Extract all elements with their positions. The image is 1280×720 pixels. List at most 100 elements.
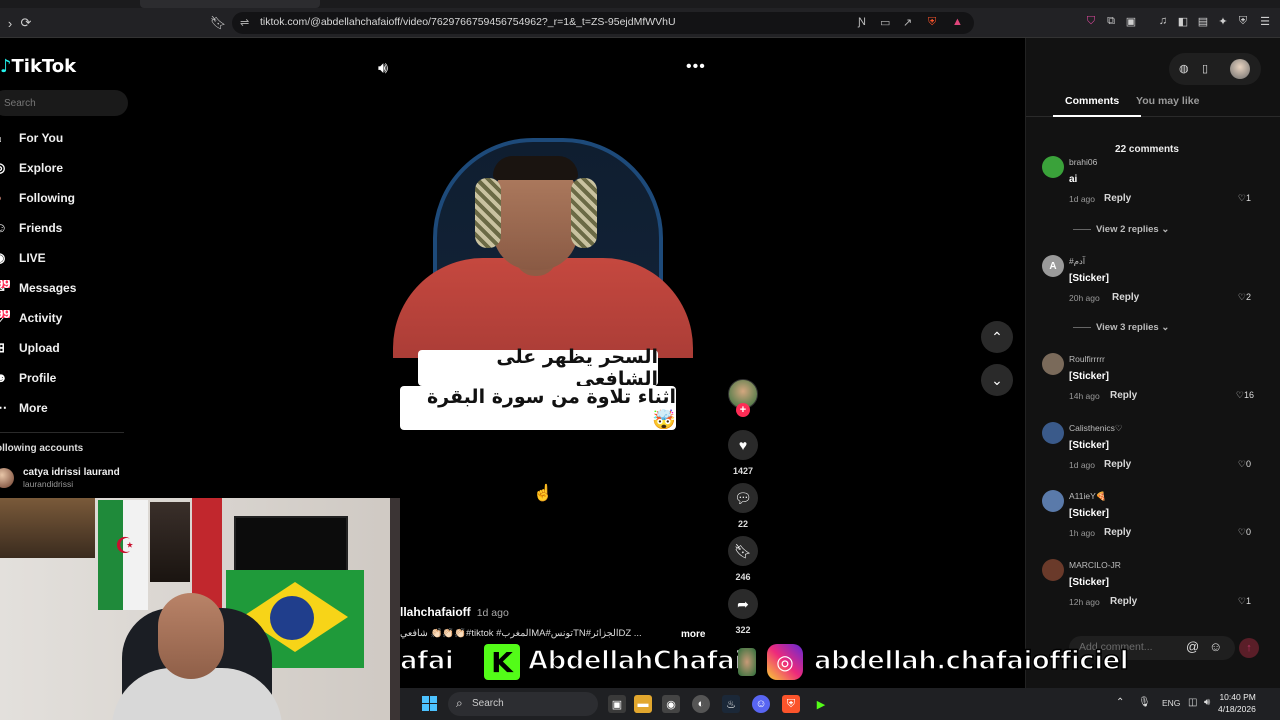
avatar[interactable] (1042, 422, 1064, 444)
file-explorer-icon[interactable]: ▬ (634, 695, 652, 713)
url-text[interactable]: tiktok.com/@abdellahchafaioff/video/7629… (260, 16, 676, 28)
search-box[interactable] (0, 90, 128, 116)
avatar[interactable] (1042, 559, 1064, 581)
avatar[interactable]: A (1042, 255, 1064, 277)
address-bar[interactable]: ⇌ tiktok.com/@abdellahchafaioff/video/76… (232, 12, 974, 34)
brave-rewards-icon[interactable]: ▲ (952, 16, 963, 28)
like-icon[interactable]: ♥ (728, 430, 758, 460)
reply-button[interactable]: Reply (1110, 390, 1137, 401)
nav-friends[interactable]: ☺ Friends (0, 217, 62, 239)
avatar[interactable] (1042, 490, 1064, 512)
taskbar-clock[interactable]: 10:40 PM 4/18/2026 (1218, 691, 1256, 715)
author-name[interactable]: llahchafaioff (400, 605, 471, 619)
nav-explore[interactable]: ◎ Explore (0, 157, 63, 179)
user-avatar[interactable] (1230, 59, 1250, 79)
extension-box-icon[interactable]: ▣ (1124, 14, 1138, 28)
discord-icon[interactable]: ☺ (752, 695, 770, 713)
brave-shield-icon[interactable]: ⛨ (928, 16, 936, 29)
language-indicator[interactable]: ENG (1162, 698, 1180, 708)
steam-icon[interactable]: ♨ (722, 695, 740, 713)
reply-button[interactable]: Reply (1104, 193, 1131, 204)
kick-studio-icon[interactable]: ▶ (812, 695, 830, 713)
microphone-icon[interactable]: 🎙︎ (1138, 697, 1151, 708)
view-replies-button[interactable]: View 2 replies ⌄ (1073, 224, 1169, 235)
reply-button[interactable]: Reply (1104, 527, 1131, 538)
nav-upload[interactable]: ⊞ Upload (0, 337, 60, 359)
device-icon[interactable]: ▯ (1202, 62, 1208, 75)
following-account-item[interactable]: catya idrissi laurand laurandidrissi (0, 466, 130, 492)
brave-browser-icon[interactable]: ⛨ (782, 695, 800, 713)
tab-you-may-like[interactable]: You may like (1136, 95, 1199, 107)
tab-comments[interactable]: Comments (1065, 95, 1119, 107)
comment-user[interactable]: MARCILO-JR (1069, 560, 1121, 570)
site-settings-icon[interactable]: ⇌ (240, 16, 249, 29)
windows-start-icon[interactable] (422, 696, 438, 712)
taskbar-search[interactable]: ⌕ Search (448, 692, 598, 716)
volume-icon[interactable]: 🔊︎ (378, 60, 388, 78)
video-author-row[interactable]: llahchafaioff 1d ago (400, 605, 509, 619)
share-icon[interactable]: ↗ (903, 16, 912, 29)
view-replies-button[interactable]: View 3 replies ⌄ (1073, 322, 1169, 333)
kick-logo-icon: K (484, 644, 520, 680)
search-input[interactable] (4, 95, 114, 111)
tray-chevron-icon[interactable]: ⌃ (1116, 697, 1124, 708)
extensions-icon[interactable]: ⧉ (1104, 14, 1118, 28)
bookmark-save-icon[interactable]: 🔖︎ (728, 536, 758, 566)
nav-messages[interactable]: ✉99+ Messages (0, 277, 76, 299)
speaker-icon[interactable]: 🔊︎ (1204, 697, 1210, 708)
description-more-link[interactable]: more (681, 629, 705, 640)
live-icon: ◉ (0, 250, 10, 266)
nav-more[interactable]: ⋯ More (0, 397, 48, 419)
share-arrow-icon[interactable]: ➦ (728, 589, 758, 619)
comment-like[interactable]: ♡1 (1238, 596, 1251, 607)
video-player[interactable] (363, 118, 715, 358)
reload-icon[interactable]: ⟳ (16, 13, 36, 33)
camera-icon[interactable]: ◉ (662, 695, 680, 713)
browser-tab[interactable] (140, 0, 320, 8)
bookmark-icon[interactable]: 🔖︎ (208, 13, 228, 33)
emoji-icon[interactable]: ☺ (1209, 639, 1222, 654)
nav-for-you[interactable]: ⌂ For You (0, 127, 63, 149)
coin-icon[interactable]: ◍ (1179, 62, 1189, 75)
wallet-icon[interactable]: ▤ (1196, 14, 1210, 28)
cast-icon[interactable]: ▭ (880, 16, 890, 29)
nav-following[interactable]: ● Following (0, 187, 75, 209)
follow-plus-icon[interactable]: + (736, 403, 750, 417)
comment-user[interactable]: brahi06 (1069, 157, 1097, 167)
reply-button[interactable]: Reply (1112, 292, 1139, 303)
comment-like[interactable]: ♡0 (1238, 459, 1251, 470)
media-icon[interactable]: ♫ (1156, 14, 1170, 28)
nav-live[interactable]: ◉ LIVE (0, 247, 46, 269)
next-video-icon[interactable]: ⌄ (981, 364, 1013, 396)
menu-icon[interactable]: ☰ (1258, 14, 1272, 28)
avatar[interactable] (1042, 353, 1064, 375)
avatar[interactable] (1042, 156, 1064, 178)
tiktok-logo[interactable]: ♪TikTok (0, 56, 76, 77)
more-options-icon[interactable]: ••• (686, 58, 706, 76)
previous-video-icon[interactable]: ⌃ (981, 321, 1013, 353)
comment-icon[interactable]: 💬︎ (728, 483, 758, 513)
reply-button[interactable]: Reply (1104, 459, 1131, 470)
comment-user[interactable]: Calisthenics♡ (1069, 423, 1122, 434)
comment-user[interactable]: A11ieY🍕 (1069, 491, 1106, 502)
sidebar-icon[interactable]: ◧ (1176, 14, 1190, 28)
nav-profile[interactable]: ☻ Profile (0, 367, 56, 389)
reader-off-icon[interactable]: Ɲ (858, 16, 866, 28)
reply-button[interactable]: Reply (1110, 596, 1137, 607)
nav-label: Profile (19, 371, 57, 385)
comment-user[interactable]: Roulfirrrrr (1069, 354, 1105, 364)
obs-icon[interactable]: ◐ (692, 695, 710, 713)
comment-user[interactable]: #آدم (1069, 256, 1085, 267)
mention-icon[interactable]: @ (1186, 639, 1199, 654)
nav-activity[interactable]: ♡99+ Activity (0, 307, 62, 329)
comment-like[interactable]: ♡2 (1238, 292, 1251, 303)
post-comment-button[interactable]: ↑ (1239, 638, 1259, 658)
network-icon[interactable]: ◫ (1188, 697, 1197, 708)
vpn-icon[interactable]: ⛨ (1236, 14, 1250, 28)
leo-ai-icon[interactable]: ✦ (1216, 14, 1230, 28)
comment-like[interactable]: ♡16 (1236, 390, 1254, 401)
comment-like[interactable]: ♡0 (1238, 527, 1251, 538)
extension-shield-icon[interactable]: ⛉ (1084, 14, 1098, 28)
task-view-icon[interactable]: ▣ (608, 695, 626, 713)
comment-like[interactable]: ♡1 (1238, 193, 1251, 204)
